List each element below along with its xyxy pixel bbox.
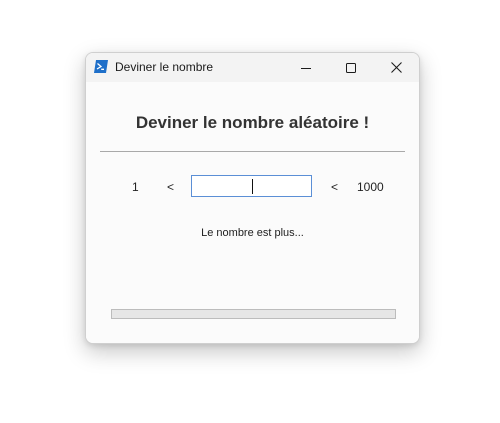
range-max-label: 1000 — [357, 180, 384, 194]
window-title: Deviner le nombre — [115, 60, 214, 74]
powershell-icon — [94, 60, 108, 73]
close-button[interactable] — [373, 53, 419, 82]
less-than-label-right: < — [331, 180, 339, 194]
progress-bar — [111, 309, 396, 319]
title-bar[interactable]: Deviner le nombre — [86, 53, 419, 82]
page-title: Deviner le nombre aléatoire ! — [135, 113, 370, 132]
maximize-button[interactable] — [328, 53, 374, 82]
close-icon — [390, 62, 402, 73]
app-window: Deviner le nombre Deviner le nombre aléa… — [85, 52, 420, 344]
window-content: Deviner le nombre aléatoire ! 1 < < 1000… — [86, 82, 419, 343]
divider — [100, 151, 405, 152]
text-caret — [252, 179, 253, 194]
less-than-label-left: < — [167, 180, 175, 194]
maximize-icon — [346, 62, 356, 73]
hint-text: Le nombre est plus... — [201, 227, 304, 239]
range-min-label: 1 — [132, 180, 139, 194]
minimize-icon — [301, 67, 311, 69]
minimize-button[interactable] — [283, 53, 329, 82]
